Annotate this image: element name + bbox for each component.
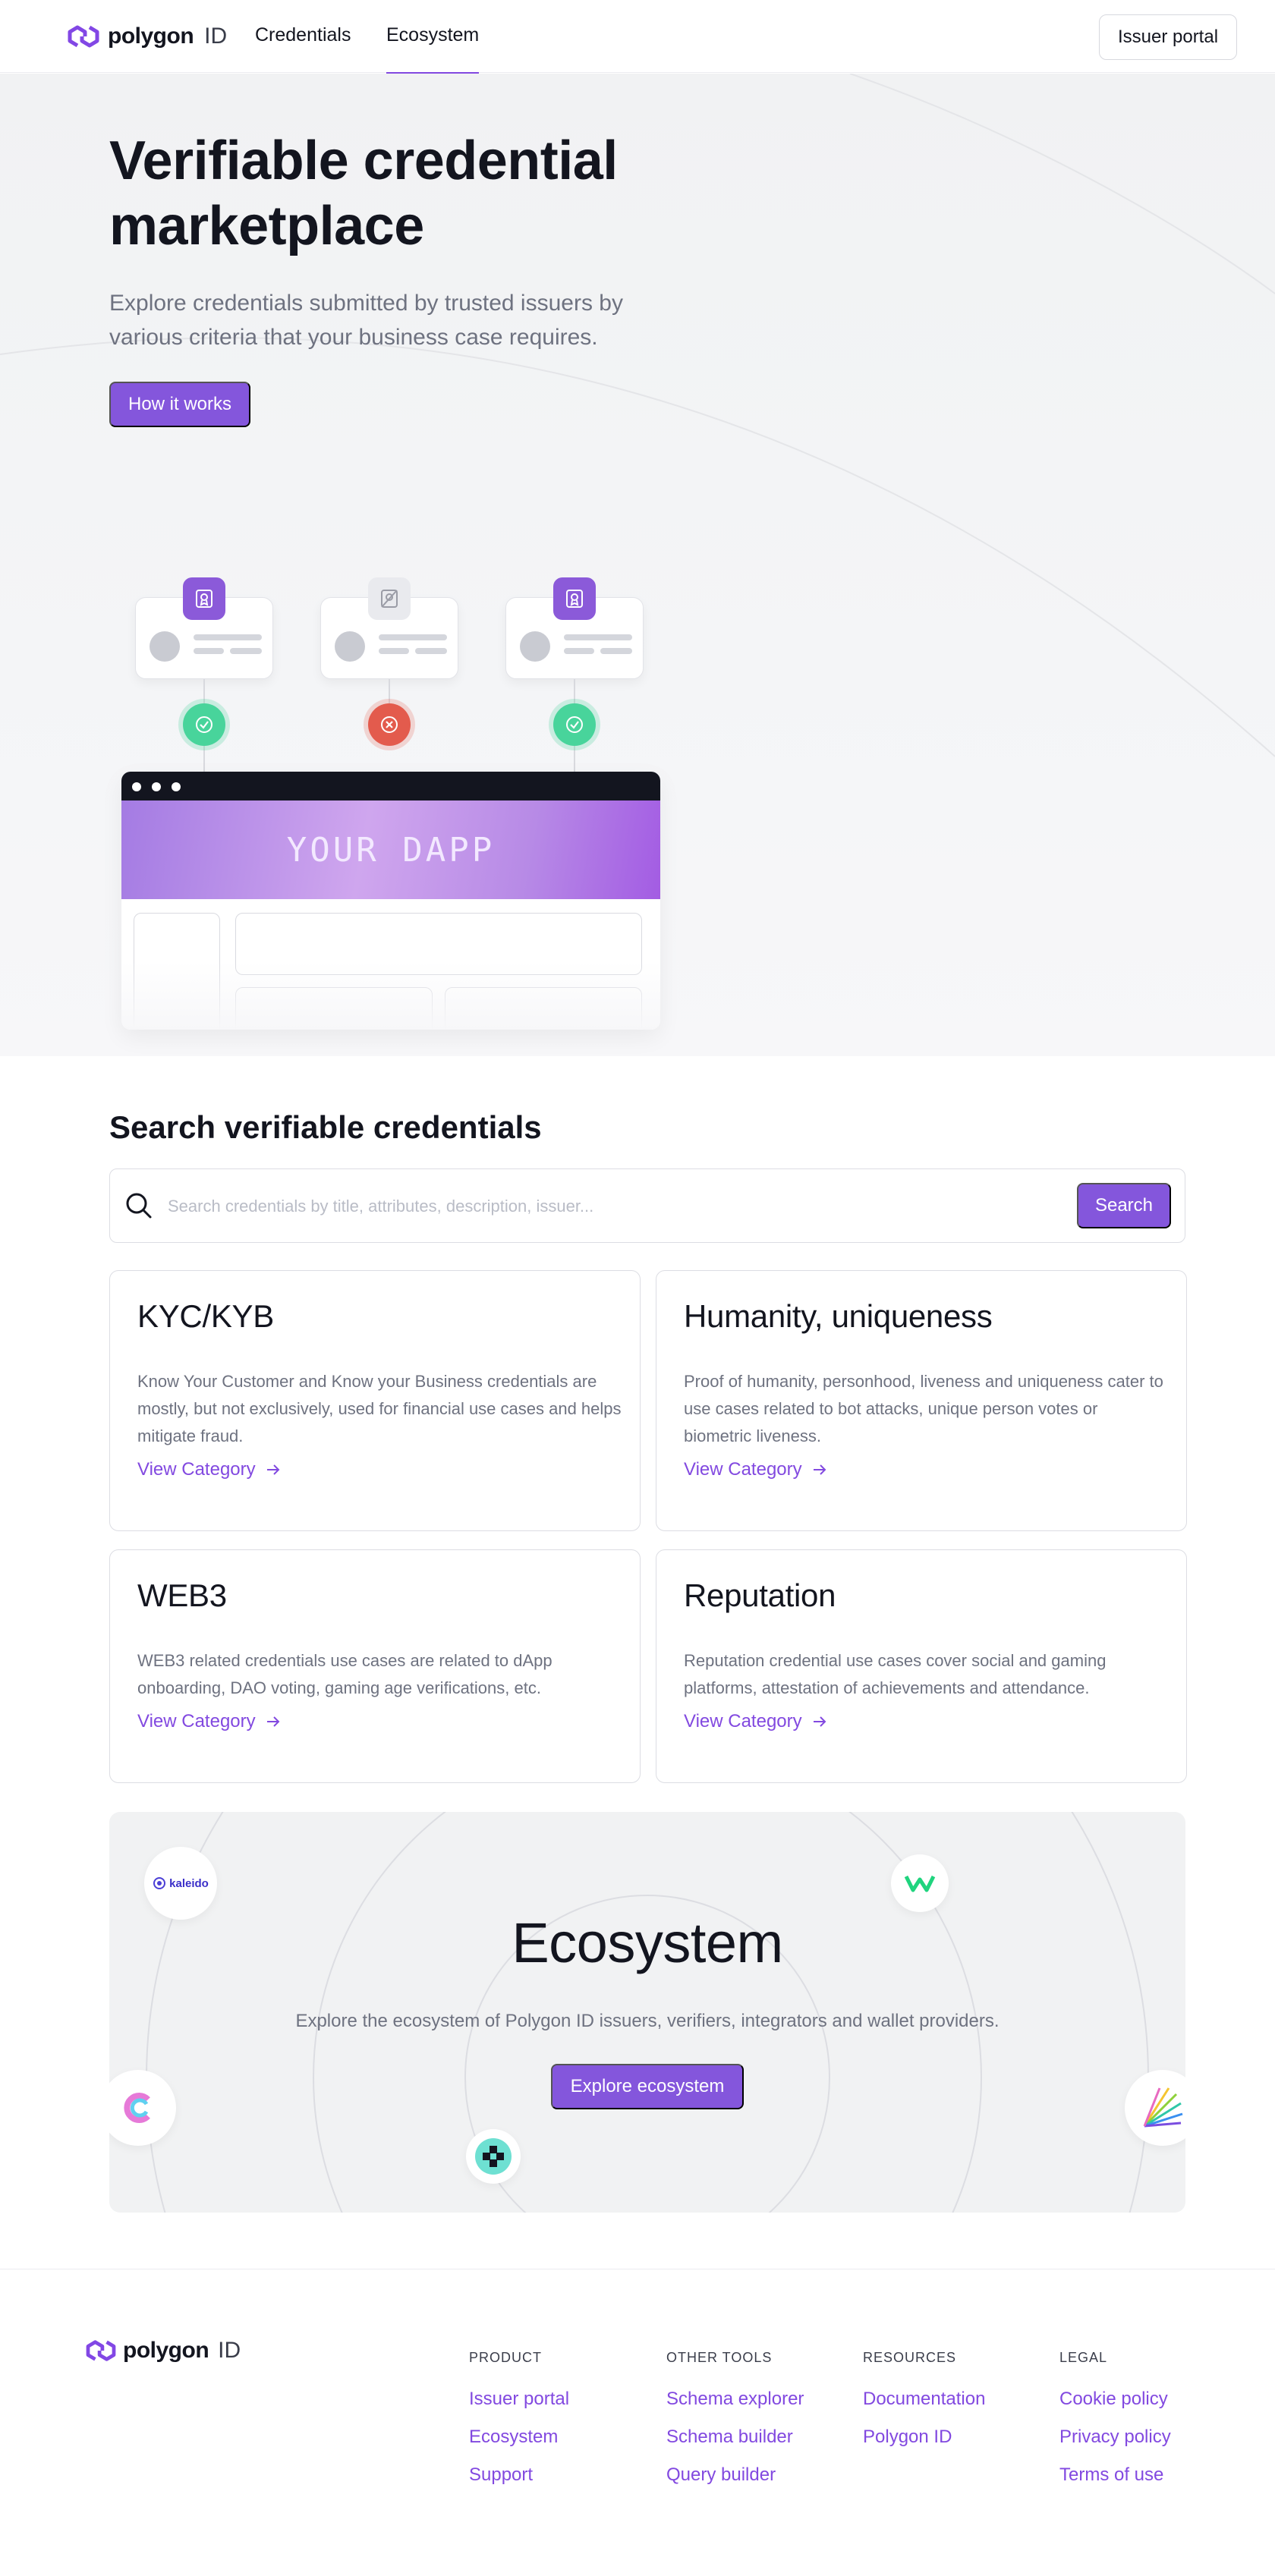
avatar-icon — [150, 631, 180, 662]
footer-link-cookie-policy[interactable]: Cookie policy — [1059, 2389, 1171, 2410]
search-icon — [126, 1193, 152, 1219]
w-logo-icon — [904, 1875, 936, 1892]
kaleido-icon — [153, 1877, 166, 1889]
footer-column-resources: RESOURCES Documentation Polygon ID — [863, 2350, 985, 2464]
footer-column-legal: LEGAL Cookie policy Privacy policy Terms… — [1059, 2350, 1171, 2502]
view-category-link[interactable]: View Category — [684, 1459, 828, 1480]
reject-icon — [368, 703, 411, 746]
category-title: KYC/KYB — [137, 1298, 274, 1334]
ecosystem-section: kaleido Ecosystem Explore the ecosystem … — [109, 1812, 1185, 2213]
cross-partner-logo — [466, 2129, 521, 2184]
certificate-badge-icon — [553, 577, 596, 620]
search-input[interactable] — [168, 1187, 1078, 1225]
dapp-label: YOUR DAPP — [286, 830, 496, 870]
view-category-label: View Category — [684, 1459, 802, 1480]
footer-link-terms-of-use[interactable]: Terms of use — [1059, 2464, 1171, 2486]
spectrum-logo-icon — [1143, 2087, 1183, 2128]
check-icon — [183, 703, 225, 746]
dapp-illustration: YOUR DAPP — [114, 499, 675, 1030]
category-description: Proof of humanity, personhood, liveness … — [684, 1372, 1163, 1445]
arrow-right-icon — [266, 1716, 280, 1727]
how-it-works-button[interactable]: How it works — [109, 382, 250, 427]
footer-link-query-builder[interactable]: Query builder — [666, 2464, 804, 2486]
kaleido-partner-logo: kaleido — [144, 1847, 217, 1920]
issuer-portal-button[interactable]: Issuer portal — [1099, 14, 1237, 60]
arrow-right-icon — [266, 1464, 280, 1475]
polygon-logo-icon — [68, 25, 99, 48]
logo-id-suffix: ID — [218, 2338, 241, 2363]
search-button[interactable]: Search — [1077, 1183, 1171, 1228]
view-category-label: View Category — [137, 1711, 256, 1731]
footer-link-schema-explorer[interactable]: Schema explorer — [666, 2389, 804, 2410]
category-card-web3[interactable]: WEB3 WEB3 related credentials use cases … — [109, 1549, 641, 1783]
certificate-badge-icon — [183, 577, 225, 620]
view-category-label: View Category — [684, 1711, 802, 1731]
view-category-link[interactable]: View Category — [137, 1711, 282, 1732]
ecosystem-description: Explore the ecosystem of Polygon ID issu… — [295, 2011, 1000, 2031]
category-card-reputation[interactable]: Reputation Reputation credential use cas… — [656, 1549, 1187, 1783]
logo-wordmark: polygon — [108, 24, 194, 49]
ecosystem-title: Ecosystem — [512, 1911, 783, 1974]
search-section-title: Search verifiable credentials — [109, 1109, 542, 1145]
logo-id-suffix: ID — [204, 24, 228, 49]
explore-ecosystem-button[interactable]: Explore ecosystem — [551, 2064, 744, 2109]
avatar-icon — [335, 631, 365, 662]
view-category-label: View Category — [137, 1459, 256, 1480]
arrow-right-icon — [813, 1464, 826, 1475]
footer-link-schema-builder[interactable]: Schema builder — [666, 2427, 804, 2448]
category-description: Reputation credential use cases cover so… — [684, 1651, 1107, 1697]
category-card-humanity[interactable]: Humanity, uniqueness Proof of humanity, … — [656, 1270, 1187, 1531]
footer-column-heading: OTHER TOOLS — [666, 2350, 773, 2365]
footer-column-heading: PRODUCT — [469, 2350, 542, 2365]
search-bar: Search — [109, 1168, 1185, 1243]
check-icon — [553, 703, 596, 746]
category-title: Reputation — [684, 1577, 836, 1613]
category-description: Know Your Customer and Know your Busines… — [137, 1372, 622, 1445]
certificate-disabled-icon — [368, 577, 411, 620]
hero-section: Verifiable credential marketplace Explor… — [0, 74, 1275, 1056]
dapp-window: YOUR DAPP — [121, 772, 660, 1030]
top-nav: polygon ID Credentials Ecosystem Issuer … — [0, 0, 1275, 74]
view-category-link[interactable]: View Category — [137, 1459, 282, 1480]
nav-link-credentials[interactable]: Credentials — [255, 24, 351, 73]
w-partner-logo — [891, 1854, 949, 1912]
c-logo-icon — [124, 2093, 150, 2123]
footer-link-documentation[interactable]: Documentation — [863, 2389, 985, 2410]
footer: polygon ID PRODUCT Issuer portal Ecosyst… — [0, 2269, 1275, 2576]
nav-link-ecosystem[interactable]: Ecosystem — [386, 24, 480, 74]
window-titlebar — [121, 772, 660, 800]
footer-link-issuer-portal[interactable]: Issuer portal — [469, 2389, 569, 2410]
footer-column-heading: LEGAL — [1059, 2350, 1108, 2365]
kaleido-logo-text: kaleido — [169, 1876, 209, 1890]
category-title: Humanity, uniqueness — [684, 1298, 993, 1334]
avatar-icon — [520, 631, 550, 662]
cross-logo-icon — [475, 2138, 512, 2175]
footer-polygon-id-logo[interactable]: polygon ID — [85, 2338, 241, 2364]
footer-link-ecosystem[interactable]: Ecosystem — [469, 2427, 569, 2448]
footer-column-product: PRODUCT Issuer portal Ecosystem Support — [469, 2350, 569, 2502]
footer-column-heading: RESOURCES — [863, 2350, 957, 2365]
arrow-right-icon — [813, 1716, 826, 1727]
footer-column-other-tools: OTHER TOOLS Schema explorer Schema build… — [666, 2350, 804, 2502]
hero-subtitle: Explore credentials submitted by trusted… — [109, 291, 623, 350]
category-card-kyc[interactable]: KYC/KYB Know Your Customer and Know your… — [109, 1270, 641, 1531]
footer-link-privacy-policy[interactable]: Privacy policy — [1059, 2427, 1171, 2448]
category-title: WEB3 — [137, 1577, 227, 1613]
polygon-id-logo[interactable]: polygon ID — [67, 21, 227, 52]
hero-title: Verifiable credential marketplace — [109, 131, 618, 256]
polygon-logo-icon — [86, 2340, 116, 2361]
view-category-link[interactable]: View Category — [684, 1711, 828, 1732]
logo-wordmark: polygon — [123, 2338, 209, 2363]
footer-link-support[interactable]: Support — [469, 2464, 569, 2486]
dapp-banner: YOUR DAPP — [121, 800, 660, 899]
footer-link-polygon-id[interactable]: Polygon ID — [863, 2427, 985, 2448]
category-description: WEB3 related credentials use cases are r… — [137, 1651, 552, 1697]
